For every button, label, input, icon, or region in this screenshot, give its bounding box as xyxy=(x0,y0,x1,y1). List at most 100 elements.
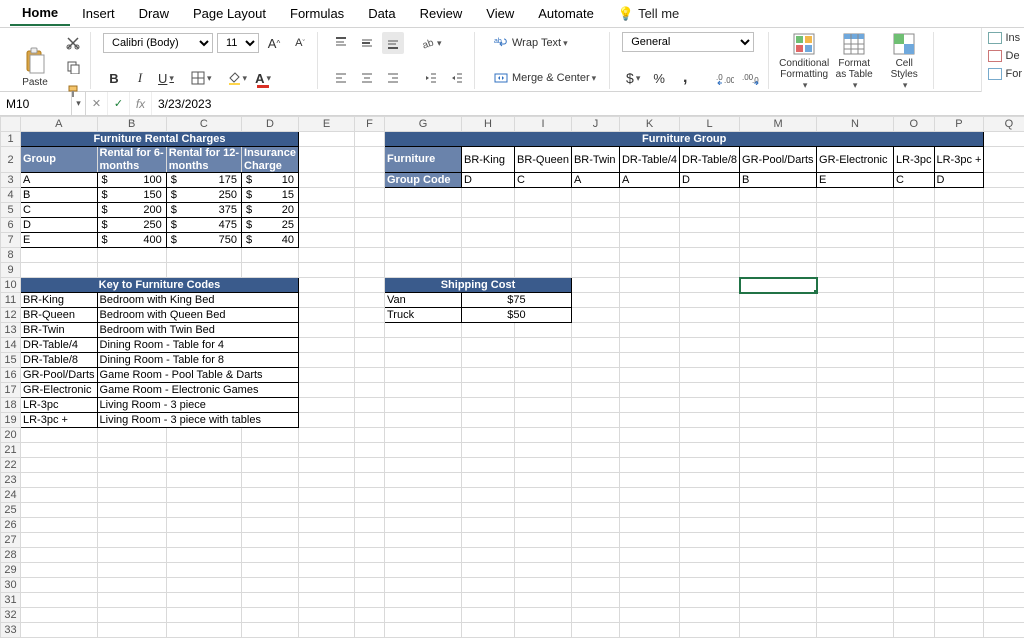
cell-D5[interactable]: 20 xyxy=(242,203,299,218)
cell-G21[interactable] xyxy=(384,443,461,458)
cell-B25[interactable] xyxy=(97,503,166,518)
cell-A15[interactable]: DR-Table/8 xyxy=(21,353,98,368)
cell-N14[interactable] xyxy=(817,338,894,353)
cell-N17[interactable] xyxy=(817,383,894,398)
cell-F19[interactable] xyxy=(354,413,384,428)
cell-A14[interactable]: DR-Table/4 xyxy=(21,338,98,353)
cell-N22[interactable] xyxy=(817,458,894,473)
cell-E8[interactable] xyxy=(298,248,354,263)
cell-J16[interactable] xyxy=(571,368,619,383)
cell-K27[interactable] xyxy=(619,533,679,548)
cell-L31[interactable] xyxy=(680,593,740,608)
cell-A31[interactable] xyxy=(21,593,98,608)
cell-P24[interactable] xyxy=(934,488,984,503)
cell-O26[interactable] xyxy=(894,518,934,533)
cell-H24[interactable] xyxy=(461,488,514,503)
cell-G3[interactable]: Group Code xyxy=(384,173,461,188)
cell-L26[interactable] xyxy=(680,518,740,533)
cell-D23[interactable] xyxy=(242,473,299,488)
cell-O31[interactable] xyxy=(894,593,934,608)
cell-O11[interactable] xyxy=(894,293,934,308)
col-header-O[interactable]: O xyxy=(894,117,934,132)
cell-A3[interactable]: A xyxy=(21,173,98,188)
increase-decimal-button[interactable]: .0.00 xyxy=(714,67,736,89)
cell-A10[interactable]: Key to Furniture Codes xyxy=(21,278,299,293)
cell-D32[interactable] xyxy=(242,608,299,623)
cell-E23[interactable] xyxy=(298,473,354,488)
cell-C25[interactable] xyxy=(166,503,241,518)
cell-P27[interactable] xyxy=(934,533,984,548)
col-header-J[interactable]: J xyxy=(571,117,619,132)
cell-K9[interactable] xyxy=(619,263,679,278)
tab-review[interactable]: Review xyxy=(408,2,475,25)
cell-Q29[interactable] xyxy=(984,563,1024,578)
cell-E17[interactable] xyxy=(298,383,354,398)
cell-A30[interactable] xyxy=(21,578,98,593)
row-header-19[interactable]: 19 xyxy=(1,413,21,428)
cell-K28[interactable] xyxy=(619,548,679,563)
cell-K13[interactable] xyxy=(619,323,679,338)
cell-J30[interactable] xyxy=(571,578,619,593)
cell-E12[interactable] xyxy=(298,308,354,323)
cell-H18[interactable] xyxy=(461,398,514,413)
cell-M25[interactable] xyxy=(740,503,817,518)
cell-F4[interactable] xyxy=(354,188,384,203)
cell-G30[interactable] xyxy=(384,578,461,593)
cell-O24[interactable] xyxy=(894,488,934,503)
cell-J25[interactable] xyxy=(571,503,619,518)
tab-formulas[interactable]: Formulas xyxy=(278,2,356,25)
cell-P6[interactable] xyxy=(934,218,984,233)
cell-N27[interactable] xyxy=(817,533,894,548)
underline-button[interactable]: U xyxy=(155,67,177,89)
cell-M29[interactable] xyxy=(740,563,817,578)
cell-M9[interactable] xyxy=(740,263,817,278)
cell-M7[interactable] xyxy=(740,233,817,248)
cell-B20[interactable] xyxy=(97,428,166,443)
font-color-button[interactable]: A xyxy=(252,67,274,89)
row-header-22[interactable]: 22 xyxy=(1,458,21,473)
cell-I25[interactable] xyxy=(514,503,571,518)
cell-I15[interactable] xyxy=(514,353,571,368)
cell-O15[interactable] xyxy=(894,353,934,368)
cell-A6[interactable]: D xyxy=(21,218,98,233)
cell-J29[interactable] xyxy=(571,563,619,578)
cell-B7[interactable]: 400 xyxy=(97,233,166,248)
cell-F9[interactable] xyxy=(354,263,384,278)
cell-G29[interactable] xyxy=(384,563,461,578)
cell-I23[interactable] xyxy=(514,473,571,488)
tab-view[interactable]: View xyxy=(474,2,526,25)
cell-G31[interactable] xyxy=(384,593,461,608)
cell-C28[interactable] xyxy=(166,548,241,563)
cell-I14[interactable] xyxy=(514,338,571,353)
row-header-13[interactable]: 13 xyxy=(1,323,21,338)
tab-home[interactable]: Home xyxy=(10,1,70,26)
paste-button[interactable]: Paste xyxy=(12,47,58,88)
cell-L21[interactable] xyxy=(680,443,740,458)
cell-H6[interactable] xyxy=(461,218,514,233)
cell-H20[interactable] xyxy=(461,428,514,443)
cell-J12[interactable] xyxy=(571,308,619,323)
format-as-table-button[interactable]: Format as Table xyxy=(831,32,877,91)
cell-A33[interactable] xyxy=(21,623,98,638)
cell-C3[interactable]: 175 xyxy=(166,173,241,188)
cell-E3[interactable] xyxy=(298,173,354,188)
row-header-14[interactable]: 14 xyxy=(1,338,21,353)
cell-F23[interactable] xyxy=(354,473,384,488)
cell-N6[interactable] xyxy=(817,218,894,233)
cell-N32[interactable] xyxy=(817,608,894,623)
cell-H28[interactable] xyxy=(461,548,514,563)
cell-K22[interactable] xyxy=(619,458,679,473)
cell-L12[interactable] xyxy=(680,308,740,323)
cell-P13[interactable] xyxy=(934,323,984,338)
cell-O21[interactable] xyxy=(894,443,934,458)
cell-J4[interactable] xyxy=(571,188,619,203)
cell-N28[interactable] xyxy=(817,548,894,563)
cell-N12[interactable] xyxy=(817,308,894,323)
cell-N30[interactable] xyxy=(817,578,894,593)
cell-O28[interactable] xyxy=(894,548,934,563)
cell-A29[interactable] xyxy=(21,563,98,578)
font-size-select[interactable]: 11 xyxy=(217,33,259,53)
cell-E32[interactable] xyxy=(298,608,354,623)
cell-O22[interactable] xyxy=(894,458,934,473)
row-header-6[interactable]: 6 xyxy=(1,218,21,233)
